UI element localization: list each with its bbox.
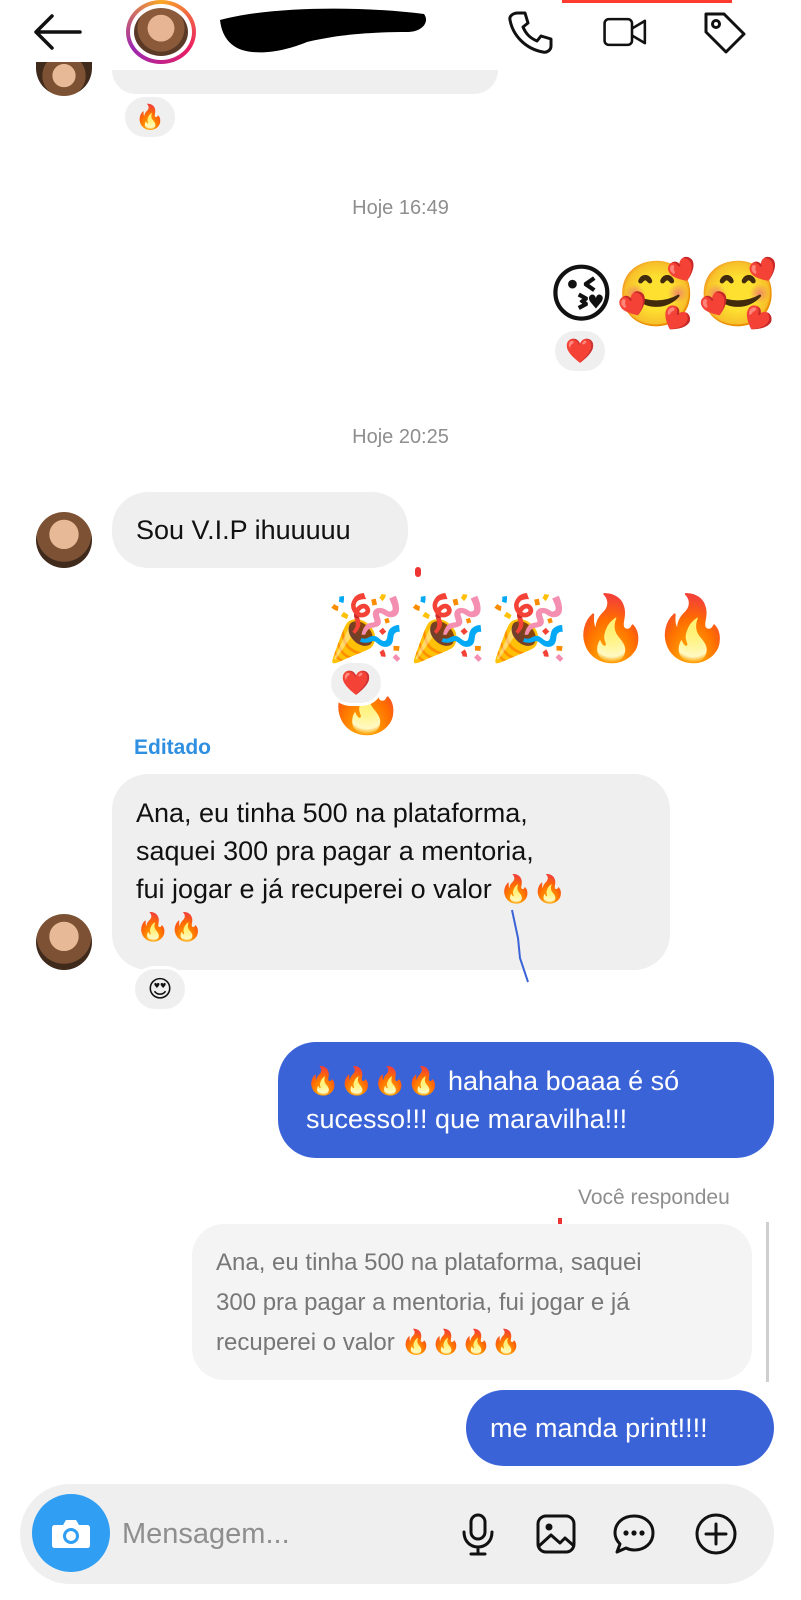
message-text: Sou V.I.P ihuuuuu xyxy=(136,515,351,545)
arrow-left-icon[interactable] xyxy=(30,12,84,52)
outgoing-message[interactable]: me manda print!!!! xyxy=(466,1390,774,1466)
chat-header xyxy=(0,0,801,70)
contact-avatar[interactable] xyxy=(126,0,196,64)
incoming-message[interactable]: Ana, eu tinha 500 na plataforma, saquei … xyxy=(112,774,670,970)
replied-label: Você respondeu xyxy=(578,1186,730,1209)
gallery-icon[interactable] xyxy=(534,1512,578,1556)
reaction-badge[interactable]: ❤️ xyxy=(328,660,384,706)
quoted-reply-message[interactable]: Ana, eu tinha 500 na plataforma, saquei … xyxy=(192,1224,752,1380)
confetti-decoration xyxy=(415,567,421,577)
previous-message-bubble[interactable] xyxy=(112,70,498,94)
quoted-line: 300 pra pagar a mentoria, fui jogar e já xyxy=(216,1289,630,1316)
microphone-icon[interactable] xyxy=(456,1512,500,1556)
outgoing-emoji-message[interactable]: 🎉🎉🎉🔥🔥🔥 xyxy=(326,592,801,736)
timestamp: Hoje 20:25 xyxy=(352,426,449,448)
incoming-message[interactable]: Sou V.I.P ihuuuuu xyxy=(112,492,408,568)
message-composer xyxy=(20,1484,774,1584)
quoted-line: Ana, eu tinha 500 na plataforma, saquei xyxy=(216,1249,642,1276)
phone-icon[interactable] xyxy=(506,8,554,56)
sticker-chat-icon[interactable] xyxy=(612,1512,656,1556)
message-line: Ana, eu tinha 500 na plataforma, xyxy=(136,798,528,828)
reaction-badge[interactable]: ❤️ xyxy=(552,328,608,374)
contact-avatar-small xyxy=(36,512,92,568)
message-text: me manda print!!!! xyxy=(490,1413,708,1443)
camera-icon xyxy=(52,1520,90,1548)
scribble-mark xyxy=(511,909,529,983)
message-line: fui jogar e já recuperei o valor 🔥🔥 xyxy=(136,874,567,904)
reaction-badge[interactable]: 🔥 xyxy=(122,94,178,140)
outgoing-emoji-message[interactable]: 😘🥰🥰 xyxy=(548,258,780,330)
message-input[interactable] xyxy=(122,1514,422,1554)
contact-name-redacted[interactable] xyxy=(212,2,432,60)
quoted-line: recuperei o valor 🔥🔥🔥🔥 xyxy=(216,1329,521,1356)
camera-button[interactable] xyxy=(32,1494,110,1572)
edited-label: Editado xyxy=(134,736,211,759)
outgoing-message[interactable]: 🔥🔥🔥🔥 hahaha boaaa é só sucesso!!! que ma… xyxy=(278,1042,774,1158)
video-camera-icon[interactable] xyxy=(602,8,650,56)
tag-icon[interactable] xyxy=(700,8,748,56)
message-line: 🔥🔥 xyxy=(136,912,204,942)
reaction-badge[interactable]: 😍 xyxy=(132,966,188,1012)
message-line: saquei 300 pra pagar a mentoria, xyxy=(136,836,534,866)
message-line: 🔥🔥🔥🔥 hahaha boaaa é só xyxy=(306,1066,680,1096)
reply-indicator-line xyxy=(766,1222,769,1382)
timestamp: Hoje 16:49 xyxy=(352,197,449,219)
plus-circle-icon[interactable] xyxy=(694,1512,738,1556)
message-line: sucesso!!! que maravilha!!! xyxy=(306,1104,628,1134)
status-indicator-bar xyxy=(562,0,732,3)
contact-avatar-small xyxy=(36,914,92,970)
contact-avatar-small xyxy=(36,62,92,96)
